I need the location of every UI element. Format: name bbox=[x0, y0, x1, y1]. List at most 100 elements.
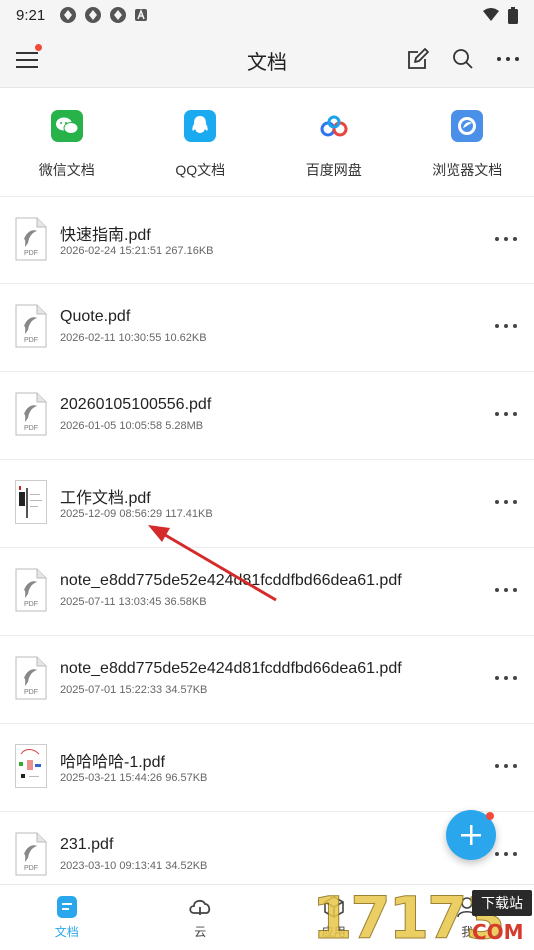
file-name: 20260105100556.pdf bbox=[60, 396, 212, 413]
nav-apps[interactable]: 应用 bbox=[267, 885, 401, 950]
file-meta: 2026-02-11 10:30:55 10.62KB bbox=[60, 332, 207, 344]
file-name: Quote.pdf bbox=[60, 308, 131, 325]
file-more-button[interactable] bbox=[492, 580, 520, 600]
source-label: 微信文档 bbox=[38, 162, 95, 178]
file-meta: 2025-07-11 13:03:45 36.58KB bbox=[60, 596, 207, 608]
file-name: note_e8dd775de52e424d81fcddfbd66dea61.pd… bbox=[60, 572, 402, 589]
nav-label: 文档 bbox=[54, 925, 79, 939]
more-horizontal-icon bbox=[495, 237, 517, 241]
more-horizontal-icon bbox=[495, 500, 517, 504]
pdf-file-icon: PDF bbox=[15, 656, 47, 700]
profile-icon bbox=[457, 897, 478, 918]
pdf-file-icon: PDF bbox=[15, 392, 47, 436]
nav-label: 云 bbox=[194, 925, 207, 939]
source-shortcuts: 微信文档 QQ文档 百度网盘 浏览器文档 bbox=[0, 90, 534, 196]
document-preview-thumbnail bbox=[15, 480, 47, 524]
pdf-file-icon: PDF bbox=[15, 568, 47, 612]
more-horizontal-icon bbox=[495, 588, 517, 592]
file-more-button[interactable] bbox=[492, 756, 520, 776]
source-label: QQ文档 bbox=[175, 162, 226, 178]
search-button[interactable] bbox=[449, 45, 477, 73]
source-qq[interactable]: QQ文档 bbox=[134, 90, 268, 196]
file-list: PDF 快速指南.pdf 2026-02-24 15:21:51 267.16K… bbox=[0, 196, 534, 900]
svg-text:PDF: PDF bbox=[24, 337, 38, 344]
file-meta: 2025-03-21 15:44:26 96.57KB bbox=[60, 772, 208, 784]
notification-app-icon bbox=[60, 7, 77, 23]
nav-label: 我 bbox=[461, 925, 474, 939]
pdf-file-icon: PDF bbox=[15, 304, 47, 348]
wechat-icon bbox=[50, 110, 83, 142]
file-row[interactable]: PDF Quote.pdf 2026-02-11 10:30:55 10.62K… bbox=[0, 284, 534, 372]
source-label: 百度网盘 bbox=[305, 162, 362, 178]
document-icon bbox=[56, 896, 77, 918]
file-meta: 2023-03-10 09:13:41 34.52KB bbox=[60, 860, 208, 872]
cloud-icon bbox=[189, 899, 211, 915]
file-row[interactable]: PDF 20260105100556.pdf 2026-01-05 10:05:… bbox=[0, 372, 534, 460]
nav-cloud[interactable]: 云 bbox=[134, 885, 268, 950]
file-row[interactable]: 工作文档.pdf 2025-12-09 08:56:29 117.41KB bbox=[0, 460, 534, 548]
more-horizontal-icon bbox=[495, 412, 517, 416]
file-more-button[interactable] bbox=[492, 229, 520, 249]
search-icon bbox=[453, 49, 473, 69]
status-time: 9:21 bbox=[16, 6, 46, 24]
more-horizontal-icon bbox=[495, 764, 517, 768]
more-horizontal-icon bbox=[497, 57, 519, 61]
nav-label: 应用 bbox=[321, 925, 346, 939]
svg-text:PDF: PDF bbox=[24, 865, 38, 872]
nav-profile[interactable]: 我 bbox=[401, 885, 534, 950]
svg-text:PDF: PDF bbox=[24, 425, 38, 432]
edit-button[interactable] bbox=[404, 45, 432, 73]
file-more-button[interactable] bbox=[492, 316, 520, 336]
nav-documents[interactable]: 文档 bbox=[0, 885, 134, 950]
pdf-file-icon: PDF bbox=[15, 217, 47, 261]
file-meta: 2025-07-01 15:22:33 34.57KB bbox=[60, 684, 208, 696]
battery-icon bbox=[508, 6, 518, 24]
document-preview-thumbnail bbox=[15, 744, 47, 788]
file-name: note_e8dd775de52e424d81fcddfbd66dea61.pd… bbox=[60, 660, 402, 677]
notification-app-icon bbox=[110, 7, 127, 23]
file-name: 231.pdf bbox=[60, 836, 114, 853]
file-meta: 2025-12-09 08:56:29 117.41KB bbox=[60, 508, 213, 520]
status-bar: 9:21 bbox=[0, 0, 534, 30]
fab-notification-dot bbox=[486, 812, 494, 820]
apps-cube-icon bbox=[323, 896, 344, 918]
more-options-button[interactable] bbox=[494, 45, 522, 73]
file-meta: 2026-01-05 10:05:58 5.28MB bbox=[60, 420, 204, 432]
notification-icons bbox=[59, 6, 148, 24]
file-row[interactable]: PDF 快速指南.pdf 2026-02-24 15:21:51 267.16K… bbox=[0, 196, 534, 284]
notification-a-icon bbox=[135, 8, 148, 21]
qq-icon bbox=[184, 110, 217, 142]
file-name: 哈哈哈哈-1.pdf bbox=[60, 754, 165, 771]
file-row[interactable]: PDF note_e8dd775de52e424d81fcddfbd66dea6… bbox=[0, 636, 534, 724]
svg-text:PDF: PDF bbox=[24, 601, 38, 608]
source-label: 浏览器文档 bbox=[432, 162, 503, 178]
file-row[interactable]: PDF note_e8dd775de52e424d81fcddfbd66dea6… bbox=[0, 548, 534, 636]
file-more-button[interactable] bbox=[492, 844, 520, 864]
file-more-button[interactable] bbox=[492, 492, 520, 512]
plus-icon bbox=[461, 825, 481, 845]
edit-icon bbox=[408, 48, 429, 69]
wifi-icon bbox=[483, 8, 499, 21]
baidu-netdisk-icon bbox=[318, 110, 350, 142]
menu-notification-dot bbox=[35, 44, 42, 51]
notification-app-icon bbox=[85, 7, 102, 23]
bottom-nav: 文档 云 应用 我 bbox=[0, 884, 534, 950]
file-more-button[interactable] bbox=[492, 404, 520, 424]
source-baidu-netdisk[interactable]: 百度网盘 bbox=[267, 90, 401, 196]
file-name: 工作文档.pdf bbox=[60, 490, 151, 507]
more-horizontal-icon bbox=[495, 676, 517, 680]
hamburger-menu-icon bbox=[16, 52, 38, 68]
file-more-button[interactable] bbox=[492, 668, 520, 688]
source-browser[interactable]: 浏览器文档 bbox=[401, 90, 534, 196]
more-horizontal-icon bbox=[495, 324, 517, 328]
browser-icon bbox=[451, 110, 484, 142]
file-row[interactable]: 哈哈哈哈-1.pdf 2025-03-21 15:44:26 96.57KB bbox=[0, 724, 534, 812]
file-meta: 2026-02-24 15:21:51 267.16KB bbox=[60, 245, 214, 257]
more-horizontal-icon bbox=[495, 852, 517, 856]
system-icons bbox=[482, 6, 518, 24]
source-wechat[interactable]: 微信文档 bbox=[0, 90, 134, 196]
pdf-file-icon: PDF bbox=[15, 832, 47, 876]
app-header: 文档 bbox=[0, 30, 534, 88]
svg-text:PDF: PDF bbox=[24, 689, 38, 696]
svg-text:PDF: PDF bbox=[24, 250, 38, 257]
